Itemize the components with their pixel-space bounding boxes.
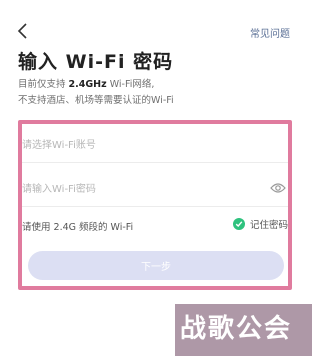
- description-suffix: Wi-Fi网络,: [109, 79, 155, 90]
- checkmark-icon: [232, 218, 245, 230]
- remember-password-label: 记住密码: [249, 220, 288, 231]
- hint-row: 请使用 2.4G 频段的 Wi-Fi 记住密码: [22, 214, 288, 236]
- next-button[interactable]: 下一步: [28, 251, 284, 280]
- description: 目前仅支持 2.4GHz Wi-Fi网络, 不支持酒店、机场等需要认证的Wi-F…: [18, 77, 174, 109]
- back-button[interactable]: [16, 22, 30, 40]
- description-prefix: 目前仅支持: [18, 79, 66, 90]
- description-frequency: 2.4GHz: [68, 79, 107, 90]
- ssid-field: [22, 128, 288, 163]
- band-hint: 请使用 2.4G 频段的 Wi-Fi: [22, 222, 134, 233]
- watermark: 战歌公会: [180, 314, 293, 344]
- eye-icon[interactable]: [270, 182, 286, 194]
- faq-link[interactable]: 常见问题: [250, 25, 290, 40]
- password-input[interactable]: [22, 172, 252, 206]
- description-line-2: 不支持酒店、机场等需要认证的Wi-Fi: [18, 95, 174, 106]
- wifi-form-card: 请使用 2.4G 频段的 Wi-Fi 记住密码 下一步: [18, 120, 292, 290]
- password-field: [22, 172, 288, 207]
- chevron-left-icon: [17, 23, 27, 39]
- page-title: 输入 Wi-Fi 密码: [18, 51, 174, 73]
- remember-password-toggle[interactable]: 记住密码: [232, 217, 288, 231]
- ssid-input[interactable]: [22, 128, 252, 162]
- description-line-1: 目前仅支持 2.4GHz Wi-Fi网络,: [18, 77, 174, 93]
